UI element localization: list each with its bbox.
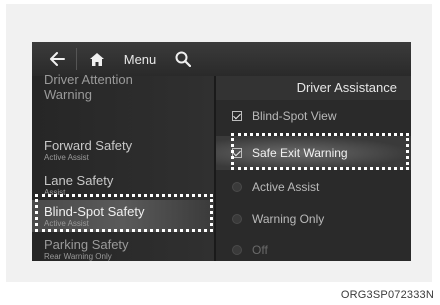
- option-off[interactable]: Off: [216, 238, 411, 261]
- list-item-title: Lane Safety: [44, 173, 114, 188]
- list-item-title: Forward Safety: [44, 138, 133, 153]
- home-button[interactable]: [80, 42, 114, 76]
- menu-button[interactable]: Menu: [116, 42, 164, 76]
- settings-category-list: Driver Attention Warning Forward Safety …: [32, 72, 214, 261]
- radio-icon[interactable]: [232, 182, 242, 192]
- list-item-parking-safety[interactable]: Parking Safety Rear Warning Only: [44, 237, 129, 261]
- option-label: Active Assist: [252, 180, 320, 194]
- top-bar: Menu: [32, 42, 411, 76]
- back-button[interactable]: [40, 42, 74, 76]
- menu-label: Menu: [123, 51, 157, 67]
- radio-icon[interactable]: [232, 245, 242, 255]
- option-active-assist[interactable]: Active Assist: [216, 175, 411, 199]
- option-warning-only[interactable]: Warning Only: [216, 207, 411, 231]
- list-item-subtitle: Active Assist: [44, 153, 89, 162]
- home-icon: [90, 52, 104, 66]
- list-item-forward-safety[interactable]: Forward Safety Active Assist: [44, 138, 132, 163]
- driver-assistance-panel: Driver Assistance Blind-Spot View Safe E…: [216, 76, 411, 261]
- highlight-box-blind-spot-safety: [35, 194, 213, 232]
- list-item-title: Driver Attention Warning: [44, 72, 133, 102]
- option-label: Warning Only: [252, 212, 325, 226]
- toolbar-divider: [76, 48, 77, 70]
- option-label: Blind-Spot View: [252, 109, 337, 123]
- option-blind-spot-view[interactable]: Blind-Spot View: [216, 104, 411, 128]
- option-label: Off: [252, 243, 268, 257]
- checkbox-checked-icon[interactable]: [232, 111, 242, 121]
- list-item-title: Parking Safety: [44, 237, 129, 252]
- panel-title: Driver Assistance: [216, 76, 411, 100]
- figure-caption: ORG3SP072333N: [340, 289, 434, 301]
- list-item-driver-attention-warning[interactable]: Driver Attention Warning: [44, 72, 169, 102]
- search-icon: [175, 51, 191, 67]
- arrow-left-icon: [50, 52, 65, 66]
- radio-icon[interactable]: [232, 214, 242, 224]
- list-item-subtitle: Rear Warning Only: [44, 252, 112, 261]
- pane-divider: [214, 76, 216, 261]
- search-button[interactable]: [166, 42, 200, 76]
- infotainment-screen: Menu Driver Attention Warning Forward Sa…: [32, 42, 411, 261]
- highlight-box-safe-exit-warning: [231, 133, 409, 170]
